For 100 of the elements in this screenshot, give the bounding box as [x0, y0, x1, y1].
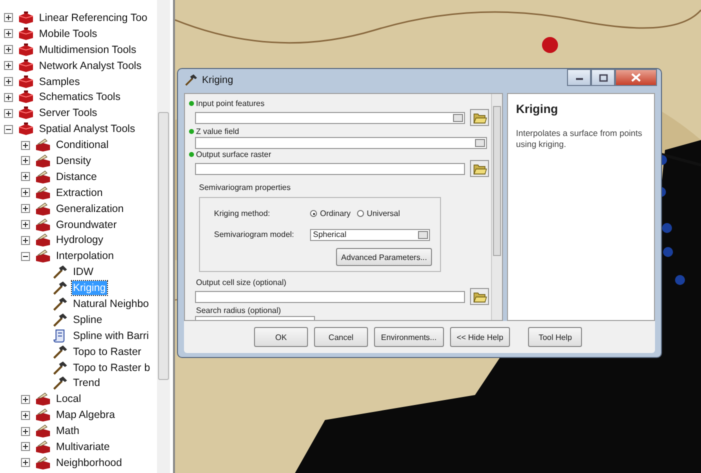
radio-label[interactable]: Universal	[366, 209, 400, 218]
tree-item[interactable]: Groundwater	[55, 218, 118, 232]
tree-item[interactable]: Server Tools	[38, 106, 98, 120]
toolbox-icon	[18, 58, 34, 73]
browse-button[interactable]	[470, 109, 489, 126]
tree-item[interactable]: Distance	[55, 170, 98, 184]
expand-icon[interactable]	[4, 13, 13, 22]
toolbox-icon	[18, 42, 34, 57]
dialog-button[interactable]: Environments...	[374, 327, 444, 347]
toolset-icon	[35, 424, 51, 438]
dialog-button[interactable]: << Hide Help	[450, 327, 510, 347]
expand-icon[interactable]	[21, 172, 30, 182]
toolset-icon	[35, 170, 51, 184]
tree-item[interactable]: Generalization	[55, 202, 125, 216]
tree-item[interactable]: Trend	[72, 376, 102, 390]
scrollbar[interactable]	[157, 0, 170, 473]
toolset-icon	[35, 202, 51, 216]
expand-icon[interactable]	[21, 236, 30, 245]
browse-button[interactable]	[470, 288, 489, 305]
expand-icon[interactable]	[21, 410, 30, 420]
maximize-icon	[598, 74, 608, 82]
tree-item[interactable]: Multidimension Tools	[38, 42, 138, 57]
input-field[interactable]	[195, 290, 465, 302]
tree-item[interactable]: Hydrology	[55, 233, 104, 248]
tree-item[interactable]: Network Analyst Tools	[38, 58, 143, 73]
expand-icon[interactable]	[21, 204, 30, 214]
expand-icon[interactable]	[21, 458, 30, 468]
tree-item[interactable]: Interpolation	[55, 249, 115, 264]
dropdown-field[interactable]: Spherical	[310, 228, 430, 240]
toolset-icon	[35, 154, 51, 168]
tree-item[interactable]: Spatial Analyst Tools	[38, 122, 136, 136]
tree-item[interactable]: Spline	[72, 312, 104, 327]
expand-icon[interactable]	[4, 92, 13, 102]
tree-item[interactable]: Neighborhood	[55, 456, 123, 470]
expand-icon[interactable]	[4, 61, 13, 70]
toolset-icon	[35, 440, 51, 454]
expand-icon[interactable]	[4, 29, 13, 38]
radio-button[interactable]	[310, 210, 317, 217]
minimize-button[interactable]	[567, 69, 591, 86]
tree-item[interactable]: Map Algebra	[55, 408, 116, 422]
expand-icon[interactable]	[21, 426, 30, 436]
hammer-icon	[52, 312, 68, 327]
tree-item[interactable]: Conditional	[55, 138, 110, 152]
field-label: Input point features	[196, 99, 264, 108]
dialog-button[interactable]: Cancel	[314, 327, 368, 347]
field-label: Z value field	[196, 127, 240, 136]
radio-label[interactable]: Ordinary	[320, 209, 351, 218]
help-text: Interpolates a surface from points using kriging.	[516, 128, 644, 150]
toolbox-icon	[18, 90, 34, 104]
tree-item[interactable]: Math	[55, 424, 80, 438]
toolset-icon	[35, 186, 51, 200]
collapse-icon[interactable]	[4, 124, 13, 134]
expand-icon[interactable]	[21, 156, 30, 166]
radio-button[interactable]	[356, 210, 364, 217]
tree-item[interactable]: Extraction	[55, 186, 104, 200]
expand-icon[interactable]	[21, 394, 30, 404]
expand-icon[interactable]	[4, 45, 13, 54]
dialog-button[interactable]: Tool Help	[528, 327, 582, 347]
maximize-button[interactable]	[591, 69, 615, 86]
toolset-icon	[35, 218, 51, 232]
scrollbar[interactable]	[491, 94, 502, 320]
expand-icon[interactable]	[21, 442, 30, 452]
expand-icon[interactable]	[21, 188, 30, 198]
field-label: Search radius (optional)	[196, 306, 281, 315]
advanced-parameters-button[interactable]: Advanced Parameters...	[336, 248, 432, 266]
toolbox-icon	[18, 26, 34, 41]
hammer-icon	[52, 360, 68, 375]
field-label: Kriging method:	[214, 209, 272, 218]
tree-item[interactable]: Multivariate	[55, 440, 111, 454]
input-field[interactable]	[195, 162, 465, 174]
dropdown-field[interactable]	[195, 137, 487, 149]
expand-icon[interactable]	[21, 140, 30, 150]
browse-button[interactable]	[470, 160, 489, 177]
expand-icon[interactable]	[21, 220, 30, 230]
tree-item[interactable]: IDW	[72, 265, 94, 280]
tree-item[interactable]: Natural Neighbo	[72, 296, 150, 311]
tree-item[interactable]: Local	[55, 392, 82, 406]
hammer-icon	[52, 265, 68, 280]
tree-item[interactable]: Samples	[38, 74, 81, 88]
dropdown-field[interactable]	[195, 112, 465, 124]
field-label: Semivariogram model:	[214, 230, 296, 239]
tree-item[interactable]: Density	[55, 154, 92, 168]
toolbox-icon	[18, 10, 34, 25]
hammer-icon	[52, 376, 68, 390]
tree-item[interactable]: Spline with Barri	[72, 328, 150, 343]
toolbox-icon	[18, 106, 34, 120]
tree-item[interactable]: Linear Referencing Too	[38, 10, 148, 25]
expand-icon[interactable]	[4, 108, 13, 118]
field-label: Output surface raster	[196, 150, 272, 159]
tree-item[interactable]: Topo to Raster b	[72, 360, 152, 375]
dialog-button[interactable]: OK	[254, 327, 308, 347]
tree-item[interactable]: Topo to Raster	[72, 344, 142, 359]
close-button[interactable]	[615, 69, 657, 86]
toolbox-icon	[18, 122, 34, 136]
tree-item[interactable]: Mobile Tools	[38, 26, 98, 41]
hammer-icon	[52, 281, 68, 296]
toolbox-icon	[18, 74, 34, 88]
collapse-icon[interactable]	[21, 252, 30, 261]
tree-item[interactable]: Schematics Tools	[38, 90, 122, 104]
expand-icon[interactable]	[4, 77, 13, 86]
